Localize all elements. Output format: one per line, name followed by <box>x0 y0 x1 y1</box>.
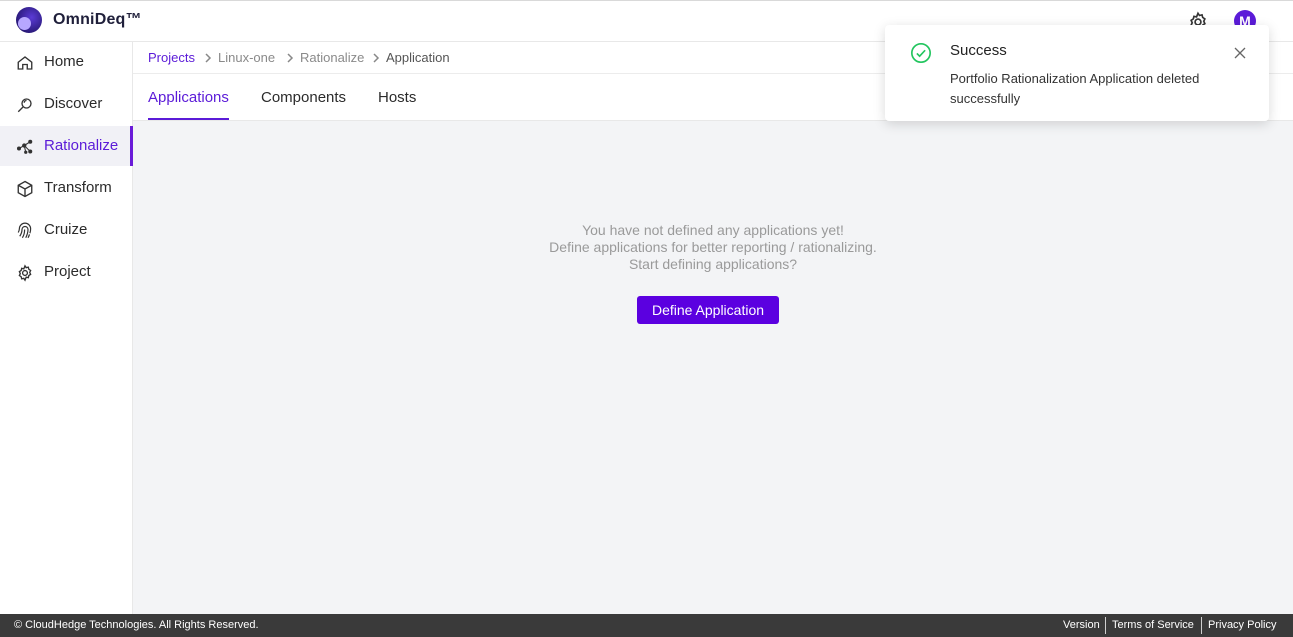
footer: © CloudHedge Technologies. All Rights Re… <box>0 614 1293 637</box>
version-link[interactable]: Version <box>1063 619 1100 631</box>
toast-message: Portfolio Rationalization Application de… <box>950 71 1200 106</box>
search-icon <box>17 98 32 113</box>
sidebar-item-label: Transform <box>44 179 112 196</box>
sidebar-item-label: Discover <box>44 95 103 112</box>
terms-of-service-link[interactable]: Terms of Service <box>1112 619 1194 631</box>
breadcrumb-rationalize[interactable]: Rationalize <box>300 50 364 65</box>
empty-state-line1: You have not defined any applications ye… <box>582 222 844 238</box>
cube-icon <box>17 180 33 198</box>
chevron-right-icon <box>287 53 294 63</box>
sidebar-item-label: Home <box>44 53 85 70</box>
gear-icon <box>18 264 32 282</box>
footer-divider <box>1105 617 1106 634</box>
tab-applications[interactable]: Applications <box>148 89 229 106</box>
copyright-text: © CloudHedge Technologies. All Rights Re… <box>14 619 259 631</box>
empty-state-line3: Start defining applications? <box>628 256 798 272</box>
sidebar: Home Discover Rationalize Transform Crui… <box>0 42 133 614</box>
fingerprint-icon <box>17 222 32 239</box>
chevron-right-icon <box>205 53 212 63</box>
success-toast: Success Portfolio Rationalization Applic… <box>885 25 1269 121</box>
rationalize-icon <box>16 139 33 154</box>
home-icon <box>17 56 33 70</box>
close-icon[interactable] <box>1234 47 1246 59</box>
sidebar-item-cruize[interactable]: Cruize <box>0 210 133 250</box>
empty-state-line2: Define applications for better reporting… <box>549 239 877 255</box>
toast-title: Success <box>950 42 1007 59</box>
brand-name[interactable]: OmniDeq™ <box>53 11 142 29</box>
check-circle-icon <box>911 43 931 63</box>
sidebar-item-label: Rationalize <box>44 137 119 154</box>
sidebar-item-transform[interactable]: Transform <box>0 168 133 208</box>
sidebar-item-project[interactable]: Project <box>0 252 133 292</box>
brand-logo[interactable] <box>16 7 42 33</box>
sidebar-item-discover[interactable]: Discover <box>0 84 133 124</box>
sidebar-item-home[interactable]: Home <box>0 42 133 82</box>
breadcrumb-projects[interactable]: Projects <box>148 50 195 65</box>
breadcrumb-application: Application <box>386 50 450 65</box>
sidebar-item-rationalize[interactable]: Rationalize <box>0 126 133 166</box>
active-tab-indicator <box>148 118 229 120</box>
tab-hosts[interactable]: Hosts <box>378 89 416 106</box>
chevron-right-icon <box>373 53 380 63</box>
sidebar-item-label: Project <box>44 263 91 280</box>
privacy-policy-link[interactable]: Privacy Policy <box>1208 619 1276 631</box>
sidebar-item-label: Cruize <box>44 221 88 238</box>
breadcrumb-linux-one[interactable]: Linux-one <box>218 50 275 65</box>
define-application-button[interactable]: Define Application <box>637 296 779 324</box>
tab-components[interactable]: Components <box>261 89 346 106</box>
footer-divider <box>1201 617 1202 634</box>
